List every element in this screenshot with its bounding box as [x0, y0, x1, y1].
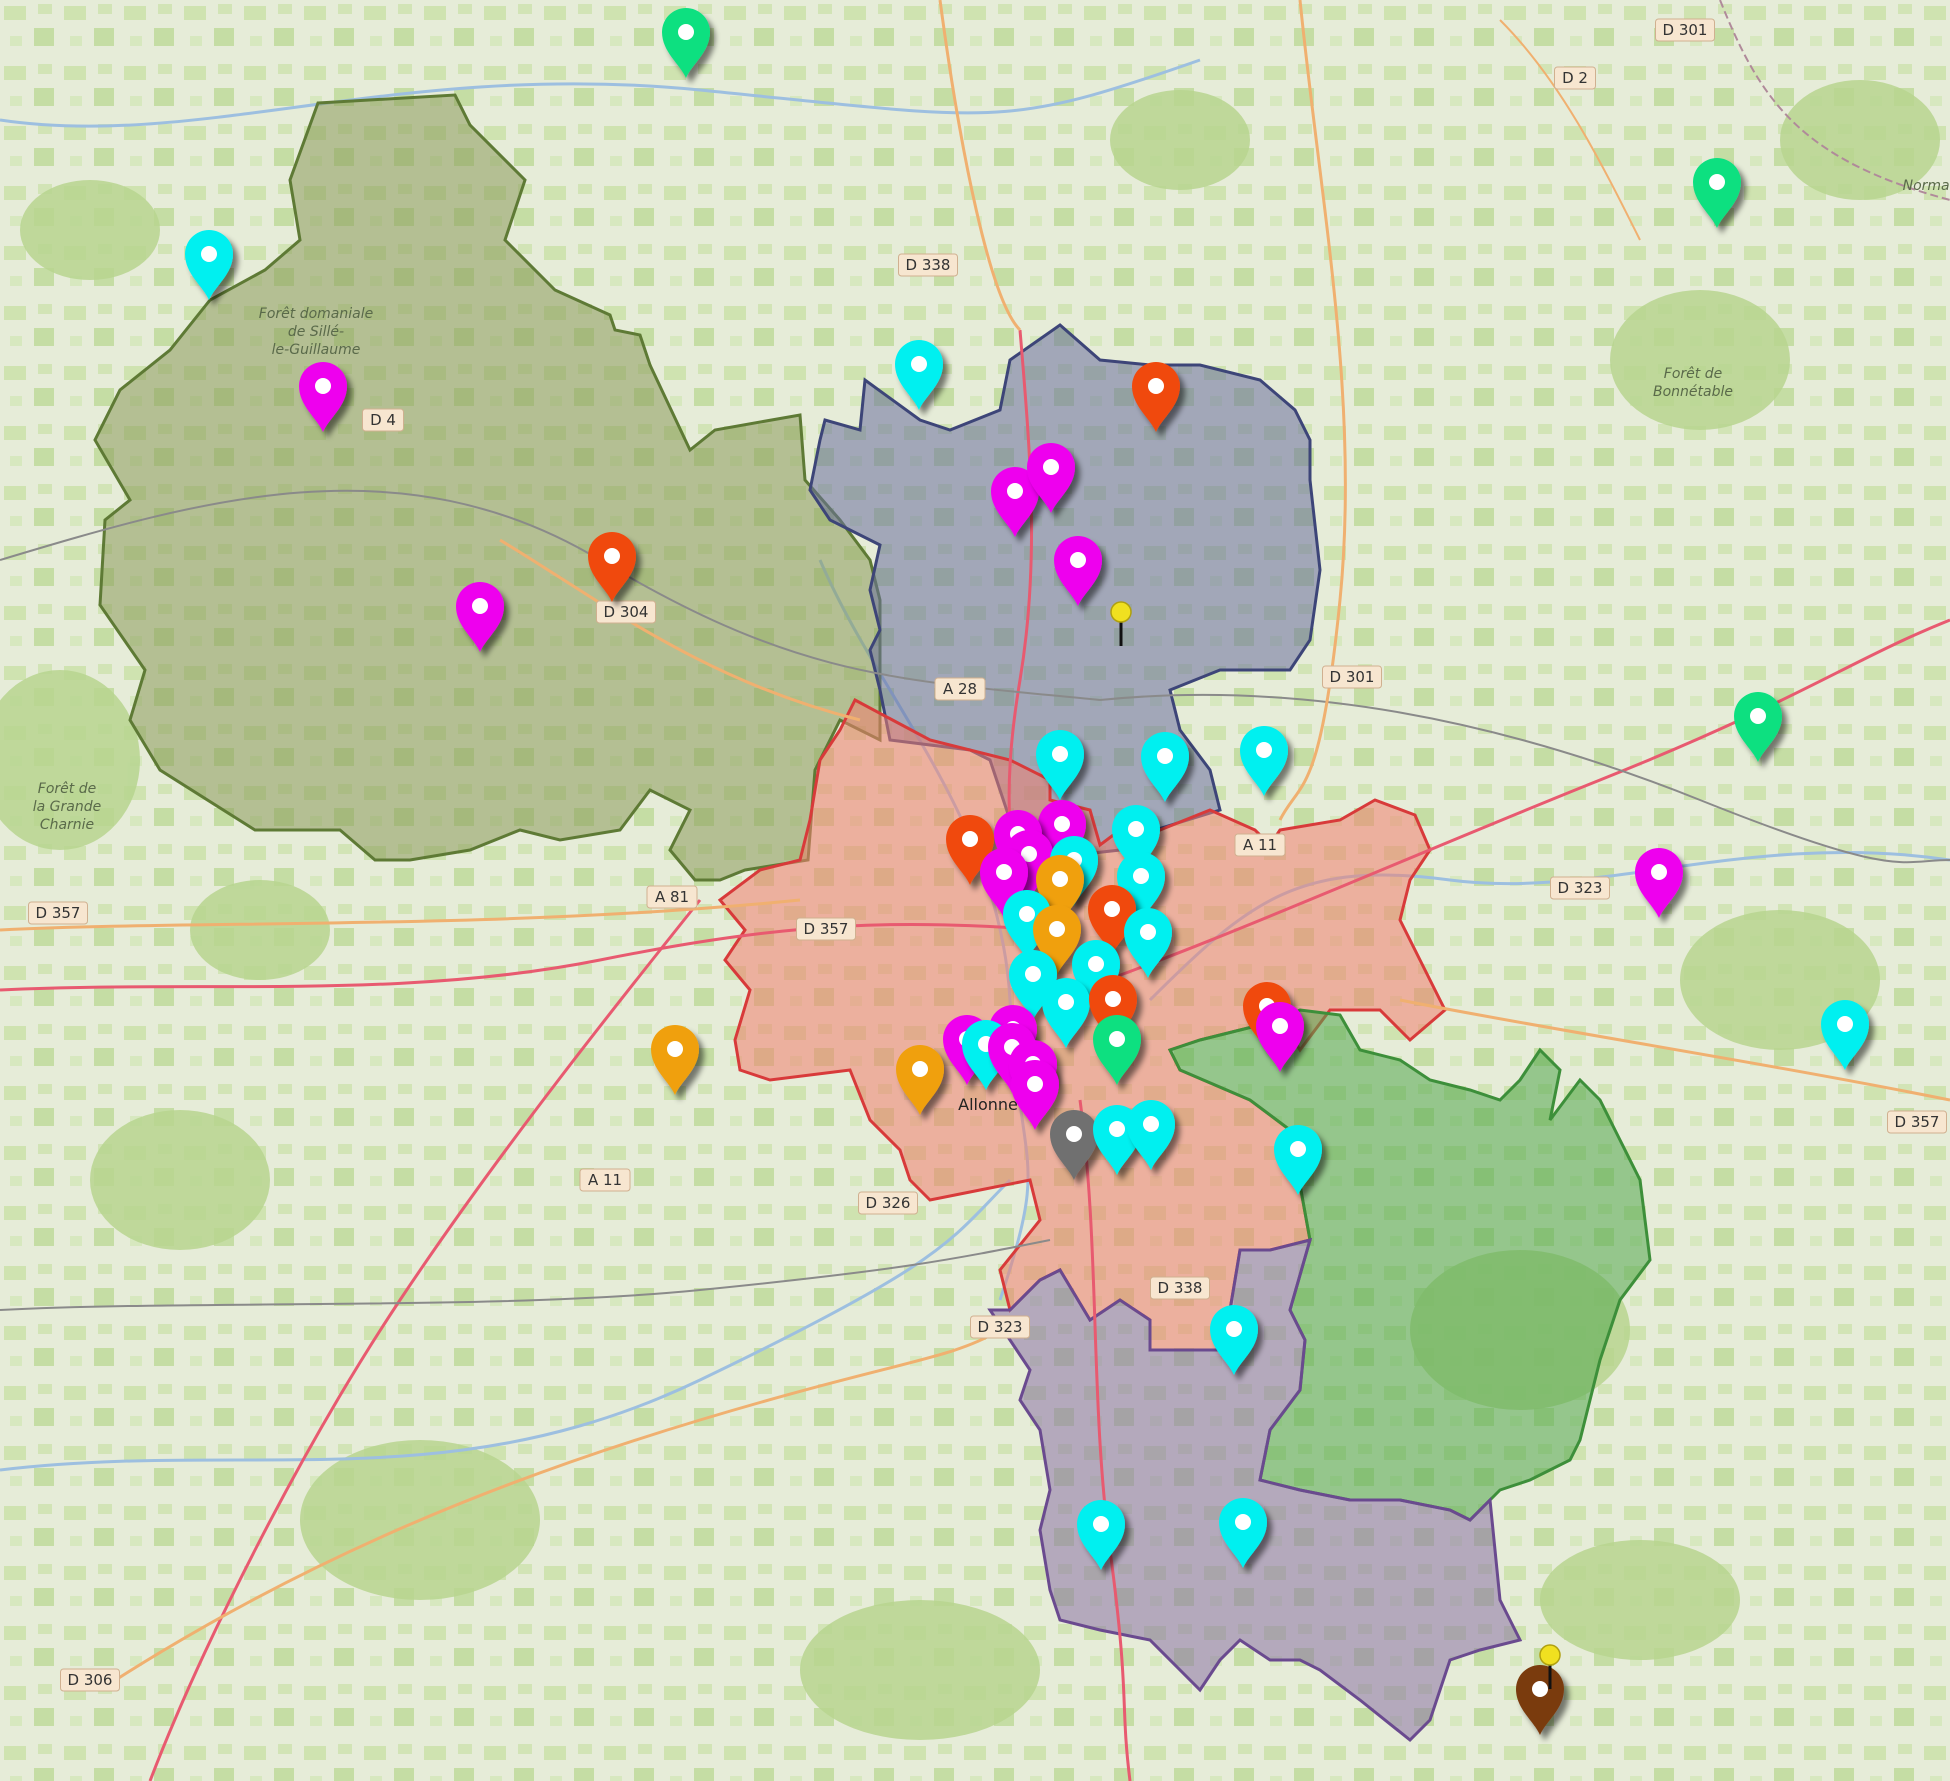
place-label: Bonnétable: [1653, 384, 1733, 400]
place-label: le-Guillaume: [272, 342, 361, 358]
road-label: D 357: [796, 917, 856, 941]
road-label: A 11: [1234, 833, 1286, 857]
road-label: D 326: [858, 1191, 918, 1215]
road-label-text: D 323: [978, 1318, 1023, 1336]
road-label: A 11: [579, 1168, 631, 1192]
road-label: D 357: [1887, 1110, 1947, 1134]
town-label: Allonne: [958, 1095, 1018, 1114]
place-label: Normand: [1903, 178, 1950, 194]
road-label-text: D 338: [1158, 1279, 1203, 1297]
road-label: D 306: [60, 1668, 120, 1692]
road-label-text: A 11: [1243, 836, 1277, 854]
road-label-text: D 301: [1663, 21, 1708, 39]
place-label: Charnie: [40, 817, 94, 833]
road-label: D 323: [970, 1315, 1030, 1339]
road-label: D 301: [1655, 18, 1715, 42]
road-label: D 323: [1550, 876, 1610, 900]
road-label-text: D 357: [1895, 1113, 1940, 1131]
road-label-text: A 28: [943, 680, 977, 698]
road-label-text: D 4: [370, 411, 396, 429]
road-label-text: D 323: [1558, 879, 1603, 897]
road-label-text: D 2: [1562, 69, 1588, 87]
road-label: A 81: [646, 885, 698, 909]
road-label: D 338: [1150, 1276, 1210, 1300]
road-label-text: D 357: [804, 920, 849, 938]
place-label: de Sillé-: [288, 324, 344, 340]
road-label-text: D 304: [604, 603, 649, 621]
road-label: D 2: [1554, 66, 1596, 90]
road-label: D 338: [898, 253, 958, 277]
place-label: Forêt domaniale: [259, 306, 373, 322]
road-label: D 304: [596, 600, 656, 624]
road-label-text: A 11: [588, 1171, 622, 1189]
road-label-text: D 357: [36, 904, 81, 922]
road-label: D 4: [362, 408, 404, 432]
road-label-text: D 338: [906, 256, 951, 274]
road-label-text: A 81: [655, 888, 689, 906]
road-label-text: D 306: [68, 1671, 113, 1689]
road-label: A 28: [934, 677, 986, 701]
place-label: Forêt de: [38, 781, 96, 797]
road-label-text: D 301: [1330, 668, 1375, 686]
place-label: Forêt de: [1664, 366, 1722, 382]
road-label: D 301: [1322, 665, 1382, 689]
place-label: la Grande: [33, 799, 101, 815]
road-label: D 357: [28, 901, 88, 925]
road-label-text: D 326: [866, 1194, 911, 1212]
map-canvas[interactable]: D 301 D 2 D 338 D 4 D 304 D 301 A 28 A 11 D 323 A…: [0, 0, 1950, 1781]
